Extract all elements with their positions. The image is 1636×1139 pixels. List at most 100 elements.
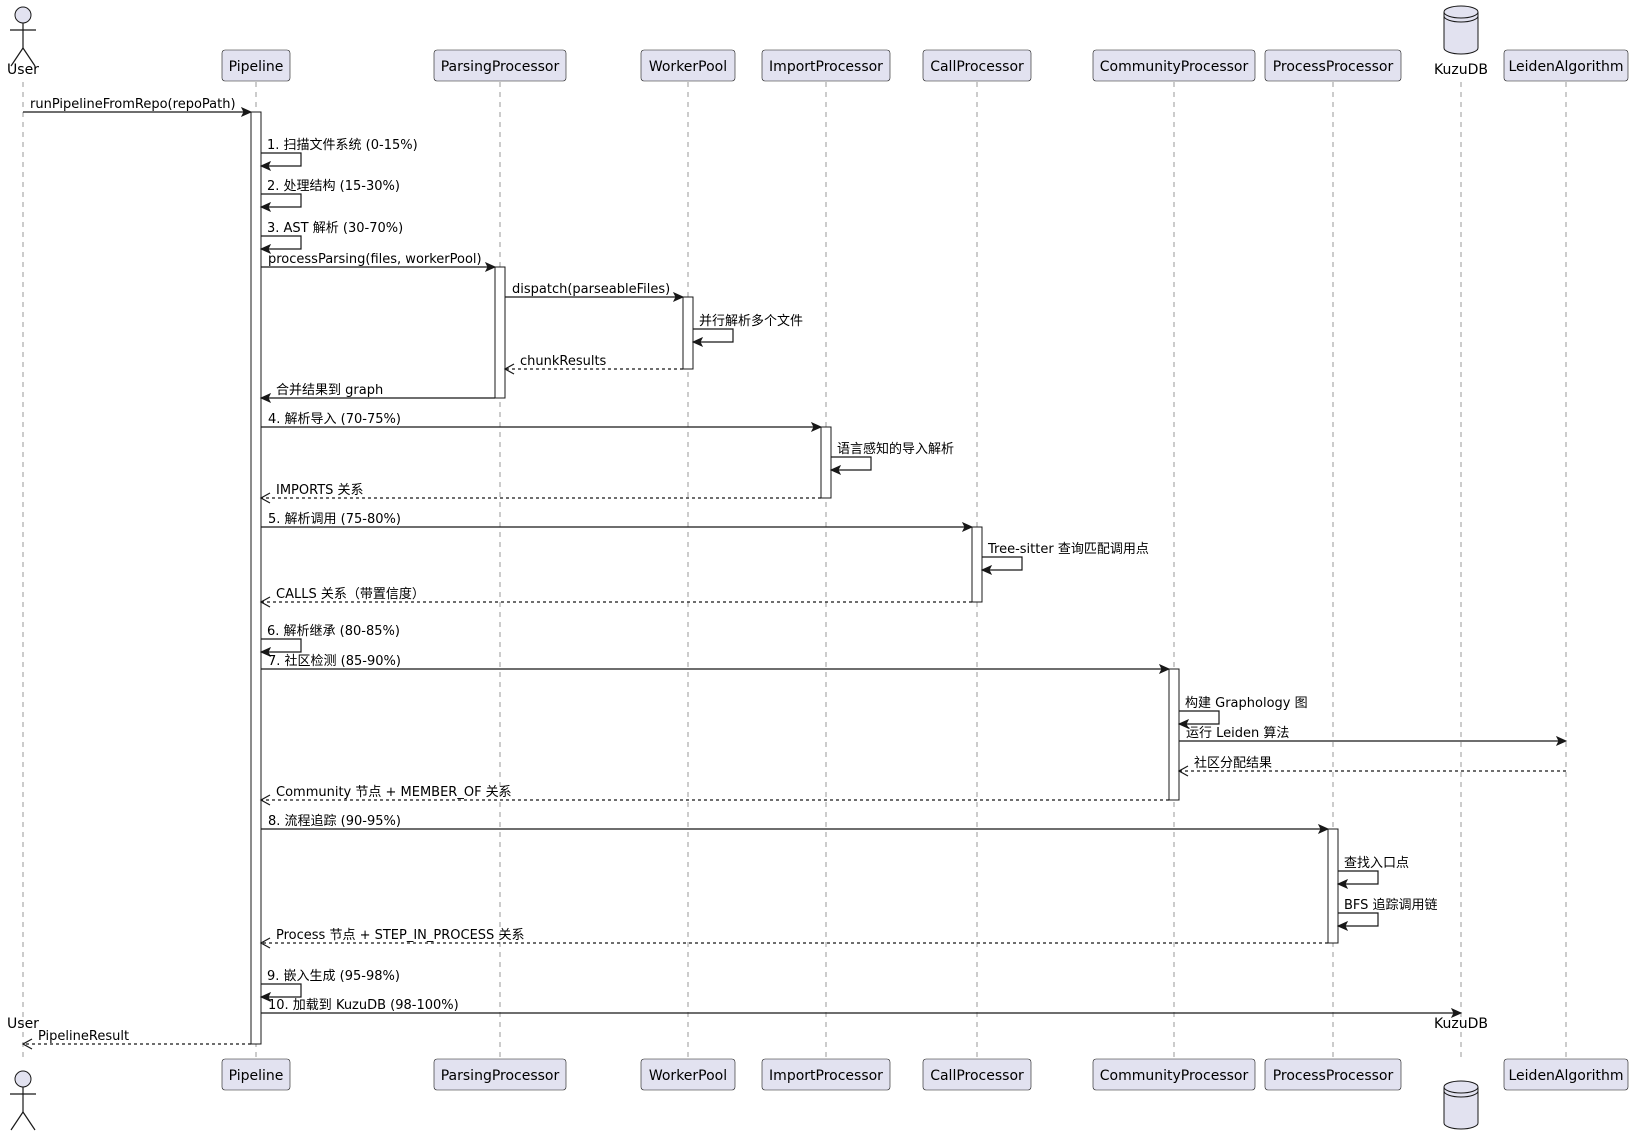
participant-import[interactable]: ImportProcessor (761, 1058, 891, 1091)
participant-pipeline[interactable]: Pipeline (221, 49, 291, 82)
participant-label: CallProcessor (930, 59, 1024, 75)
message-label: 社区分配结果 (1194, 755, 1272, 771)
message-label: 并行解析多个文件 (699, 313, 803, 329)
message-label: 10. 加载到 KuzuDB (98-100%) (268, 998, 459, 1013)
message: 6. 解析继承 (80-85%) (259, 624, 400, 658)
activation-bar-parsing (494, 266, 506, 399)
actor-icon (10, 6, 36, 67)
participant-parsing[interactable]: ParsingProcessor (433, 49, 567, 82)
message: 查找入口点 (1336, 856, 1409, 890)
message: PipelineResult (21, 1029, 251, 1050)
participant-label: User (7, 1016, 39, 1032)
message: 运行 Leiden 算法 (1179, 726, 1568, 747)
participant-kuzu[interactable]: KuzuDB (1434, 5, 1488, 78)
database-icon (1443, 1080, 1479, 1130)
participant-call[interactable]: CallProcessor (922, 1058, 1032, 1091)
participant-label: LeidenAlgorithm (1509, 59, 1624, 75)
participant-leiden[interactable]: LeidenAlgorithm (1503, 1058, 1629, 1091)
message: 合并结果到 graph (259, 383, 495, 404)
message-label: 8. 流程追踪 (90-95%) (268, 813, 401, 829)
message-label: 1. 扫描文件系统 (0-15%) (267, 138, 418, 153)
participant-label: WorkerPool (649, 1068, 727, 1084)
activation-bar-call (971, 526, 983, 603)
message-label: 运行 Leiden 算法 (1186, 726, 1289, 741)
message-label: 语言感知的导入解析 (837, 441, 954, 457)
participant-community[interactable]: CommunityProcessor (1092, 49, 1256, 82)
message-label: 3. AST 解析 (30-70%) (267, 221, 403, 236)
message-label: dispatch(parseableFiles) (512, 282, 670, 297)
participant-label: KuzuDB (1434, 1016, 1488, 1032)
message-label: IMPORTS 关系 (276, 483, 364, 498)
activation-bar-community (1168, 668, 1180, 801)
message-label: BFS 追踪调用链 (1344, 897, 1438, 913)
participant-process[interactable]: ProcessProcessor (1264, 1058, 1402, 1091)
participant-community[interactable]: CommunityProcessor (1092, 1058, 1256, 1091)
participant-label: User (7, 62, 39, 78)
message-label: 2. 处理结构 (15-30%) (267, 179, 400, 194)
message-label: chunkResults (520, 354, 607, 369)
participant-leiden[interactable]: LeidenAlgorithm (1503, 49, 1629, 82)
participant-pipeline[interactable]: Pipeline (221, 1058, 291, 1091)
participant-worker[interactable]: WorkerPool (640, 49, 736, 82)
message: chunkResults (503, 354, 683, 375)
message: 1. 扫描文件系统 (0-15%) (259, 138, 418, 172)
message-label: 9. 嵌入生成 (95-98%) (267, 969, 400, 984)
participant-label: ParsingProcessor (441, 1068, 560, 1084)
message-label: PipelineResult (38, 1029, 129, 1044)
activation-bar-process (1327, 828, 1339, 944)
message: 7. 社区检测 (85-90%) (261, 653, 1171, 675)
message-label: 合并结果到 graph (276, 383, 383, 398)
participant-import[interactable]: ImportProcessor (761, 49, 891, 82)
message: 9. 嵌入生成 (95-98%) (259, 969, 400, 1003)
participant-label: WorkerPool (649, 59, 727, 75)
message: Community 节点 + MEMBER_OF 关系 (259, 785, 1169, 806)
message: 10. 加载到 KuzuDB (98-100%) (261, 998, 1463, 1019)
message-label: runPipelineFromRepo(repoPath) (30, 97, 236, 112)
participant-user[interactable]: User (7, 6, 39, 78)
participant-label: CommunityProcessor (1100, 59, 1249, 75)
message: 并行解析多个文件 (691, 313, 803, 348)
participant-worker[interactable]: WorkerPool (640, 1058, 736, 1091)
participant-label: Pipeline (229, 59, 284, 75)
participant-label: ImportProcessor (769, 59, 883, 75)
participant-label: KuzuDB (1434, 62, 1488, 78)
message: 构建 Graphology 图 (1177, 696, 1308, 730)
message-label: Process 节点 + STEP_IN_PROCESS 关系 (276, 928, 524, 943)
message: 2. 处理结构 (15-30%) (259, 179, 400, 213)
message: 4. 解析导入 (70-75%) (261, 412, 823, 433)
message-label: 5. 解析调用 (75-80%) (268, 512, 401, 527)
message-label: Community 节点 + MEMBER_OF 关系 (276, 785, 512, 800)
participant-call[interactable]: CallProcessor (922, 49, 1032, 82)
message: Process 节点 + STEP_IN_PROCESS 关系 (259, 928, 1328, 949)
message: 3. AST 解析 (30-70%) (259, 221, 403, 255)
activation-bar-import (820, 426, 832, 499)
message: dispatch(parseableFiles) (505, 282, 685, 303)
message: 社区分配结果 (1177, 755, 1566, 777)
participant-label: ParsingProcessor (441, 59, 560, 75)
message-label: 查找入口点 (1344, 856, 1409, 871)
participant-label: ProcessProcessor (1273, 1068, 1394, 1084)
message: 8. 流程追踪 (90-95%) (261, 813, 1330, 835)
message-label: 7. 社区检测 (85-90%) (268, 653, 401, 669)
message-label: 4. 解析导入 (70-75%) (268, 412, 401, 427)
message: runPipelineFromRepo(repoPath) (23, 97, 253, 118)
message: IMPORTS 关系 (259, 483, 821, 504)
participant-label: Pipeline (229, 1068, 284, 1084)
participant-label: CallProcessor (930, 1068, 1024, 1084)
message-label: CALLS 关系（带置信度） (276, 586, 425, 602)
message-label: 6. 解析继承 (80-85%) (267, 624, 400, 639)
message-label: processParsing(files, workerPool) (268, 252, 482, 267)
activation-bar-worker (682, 296, 694, 370)
message: CALLS 关系（带置信度） (259, 586, 972, 608)
activation-bar-pipeline (250, 111, 262, 1045)
participant-process[interactable]: ProcessProcessor (1264, 49, 1402, 82)
participant-label: LeidenAlgorithm (1509, 1068, 1624, 1084)
message: Tree-sitter 查询匹配调用点 (980, 542, 1149, 576)
participant-label: CommunityProcessor (1100, 1068, 1249, 1084)
participant-label: ProcessProcessor (1273, 59, 1394, 75)
message: 5. 解析调用 (75-80%) (261, 512, 974, 533)
participant-parsing[interactable]: ParsingProcessor (433, 1058, 567, 1091)
message: processParsing(files, workerPool) (261, 252, 497, 273)
message: BFS 追踪调用链 (1336, 897, 1438, 932)
database-icon (1443, 5, 1479, 55)
